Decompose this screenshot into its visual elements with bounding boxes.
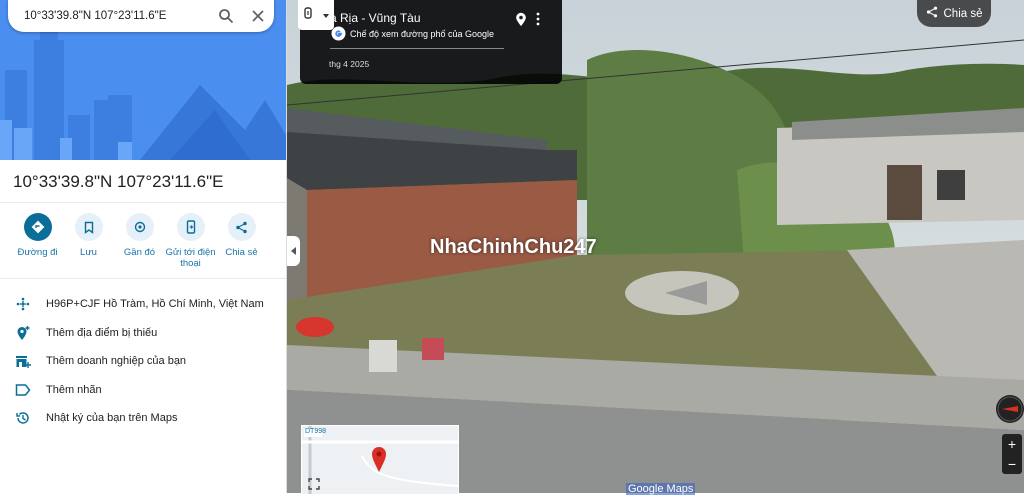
search-icon[interactable] — [210, 0, 242, 32]
street-view-menu[interactable] — [298, 0, 334, 30]
plus-code-icon — [0, 296, 46, 312]
share-button[interactable]: Chia sẻ — [216, 213, 267, 269]
place-panel: 10°33'39.8"N 107°23'11.6"E 10°33'39.8"N … — [0, 0, 287, 493]
label-icon — [0, 383, 46, 397]
send-to-phone-icon — [176, 213, 205, 241]
chevron-down-icon[interactable] — [322, 6, 330, 24]
add-business-row[interactable]: Thêm doanh nghiệp của bạn — [0, 347, 286, 376]
add-place-icon — [0, 325, 46, 341]
mini-map[interactable]: DT998 — [301, 425, 459, 495]
compass-icon[interactable] — [996, 395, 1024, 423]
location-pin-icon[interactable] — [515, 12, 527, 32]
google-logo-icon — [331, 26, 346, 46]
page-title: 10°33'39.8"N 107°23'11.6"E — [13, 172, 224, 191]
zoom-out-icon[interactable]: − — [1008, 456, 1016, 472]
plus-code-row[interactable]: H96P+CJF Hồ Tràm, Hồ Chí Minh, Việt Nam — [0, 290, 286, 319]
search-input[interactable]: 10°33'39.8"N 107°23'11.6"E — [8, 10, 210, 22]
location-title: à Rịa - Vũng Tàu — [330, 11, 421, 25]
divider — [0, 202, 286, 203]
zoom-control: + − — [1002, 434, 1022, 474]
send-to-phone-label: Gửi tới điện thoại — [165, 247, 216, 269]
watermark-text: NhaChinhChu247 — [430, 236, 597, 258]
send-to-phone-button[interactable]: Gửi tới điện thoại — [165, 213, 216, 269]
directions-icon — [23, 213, 52, 241]
share-icon — [926, 6, 938, 21]
share-street-view-button[interactable]: Chia sẻ — [917, 0, 991, 27]
more-options-icon[interactable] — [536, 12, 540, 31]
minimap-road-label: DT998 — [305, 428, 327, 435]
divider — [330, 48, 504, 49]
details-list: H96P+CJF Hồ Tràm, Hồ Chí Minh, Việt Nam … — [0, 290, 286, 433]
share-street-view-label: Chia sẻ — [943, 7, 983, 20]
close-icon[interactable] — [242, 0, 274, 32]
chevron-left-icon — [290, 242, 297, 260]
add-place-row[interactable]: Thêm địa điểm bị thiếu — [0, 319, 286, 348]
history-row[interactable]: Nhật ký của bạn trên Maps — [0, 404, 286, 433]
divider — [0, 278, 286, 279]
plus-code-text: H96P+CJF Hồ Tràm, Hồ Chí Minh, Việt Nam — [46, 298, 264, 311]
nearby-icon — [125, 213, 154, 241]
google-maps-label: Google Maps — [626, 483, 696, 495]
bookmark-icon — [74, 213, 103, 241]
nearby-label: Gần đó — [123, 247, 156, 258]
zoom-in-icon[interactable]: + — [1008, 436, 1016, 452]
pegman-icon[interactable] — [303, 6, 313, 25]
share-label: Chia sẻ — [225, 247, 258, 258]
add-business-icon — [0, 353, 46, 369]
directions-label: Đường đi — [17, 247, 58, 258]
history-text: Nhật ký của bạn trên Maps — [46, 412, 178, 425]
save-button[interactable]: Lưu — [63, 213, 114, 269]
add-label-text: Thêm nhãn — [46, 383, 102, 396]
action-bar: Đường đi Lưu Gần đó Gửi tới điện thoại C… — [0, 213, 286, 269]
nearby-button[interactable]: Gần đó — [114, 213, 165, 269]
collapse-panel-button[interactable] — [287, 236, 300, 266]
fullscreen-icon[interactable] — [308, 477, 320, 494]
capture-date: thg 4 2025 — [329, 59, 370, 69]
add-business-text: Thêm doanh nghiệp của bạn — [46, 355, 187, 368]
street-view-info-card: à Rịa - Vũng Tàu Chế độ xem đường phố củ… — [300, 0, 562, 84]
directions-button[interactable]: Đường đi — [12, 213, 63, 269]
add-place-text: Thêm địa điểm bị thiếu — [46, 326, 158, 339]
add-label-row[interactable]: Thêm nhãn — [0, 376, 286, 405]
search-box[interactable]: 10°33'39.8"N 107°23'11.6"E — [8, 0, 274, 32]
history-icon — [0, 410, 46, 426]
street-view-subtitle: Chế độ xem đường phố của Google — [350, 29, 495, 39]
share-icon — [227, 213, 256, 241]
save-label: Lưu — [80, 247, 97, 258]
